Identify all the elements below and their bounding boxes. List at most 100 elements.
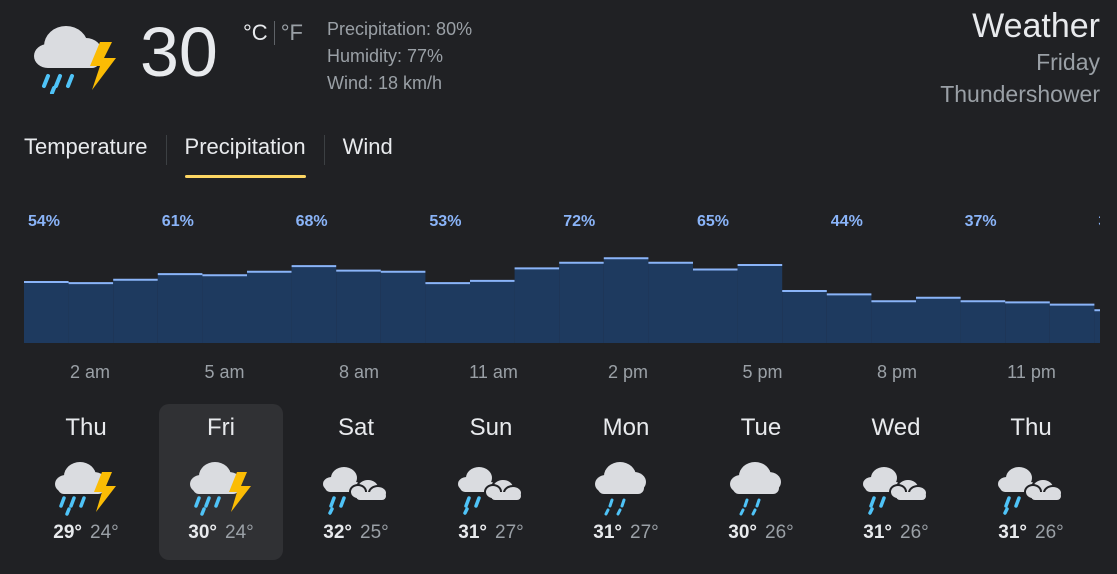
celsius-unit[interactable]: °C [243,20,268,46]
precip-bar [113,279,158,343]
precip-label: 72% [563,213,595,230]
day-card-sat[interactable]: Sat 32° 25° [294,404,418,560]
weather-header: Weather Friday Thundershower [940,6,1100,110]
precip-label: 3 [1098,213,1100,230]
low-temp: 26° [765,522,794,543]
high-temp: 31° [863,522,892,543]
tab-temperature[interactable]: Temperature [24,134,148,166]
precip-bar [247,271,292,343]
thunderstorm-icon [55,462,116,516]
time-label: 5 am [204,362,245,382]
precipitation-text: Precipitation: 80% [327,19,473,39]
precipitation-chart: 54% 61% 68% 53% 72% 65% 44% 37% 3 [24,213,1100,343]
tab-precipitation[interactable]: Precipitation [184,134,306,178]
tab-wind[interactable]: Wind [343,134,393,166]
unit-toggle: °C °F [243,20,303,46]
low-temp: 26° [900,522,929,543]
precip-bar [514,268,560,343]
precip-bar [202,275,247,343]
time-label: 11 am [469,362,518,382]
wind-text: Wind: 18 km/h [327,73,443,93]
time-label: 11 pm [1007,362,1056,382]
unit-divider [273,21,275,45]
current-temperature: 30 [140,13,218,91]
day-card-tue[interactable]: Tue 30° 26° [699,404,823,560]
high-temp: 32° [323,522,352,543]
day-name: Thu [1010,414,1052,441]
low-temp: 24° [90,522,119,543]
precip-bar [291,266,337,343]
tab-bar: Temperature Precipitation Wind [24,134,393,178]
rain-cloud-icon [863,467,928,515]
condition-label: Thundershower [940,81,1100,107]
day-name: Fri [207,414,235,441]
day-card-mon[interactable]: Mon 31° 27° [564,404,688,560]
day-card-sun[interactable]: Sun 31° 27° [429,404,553,560]
day-name: Sat [337,414,375,441]
low-temp: 27° [495,522,524,543]
precip-label: 54% [28,213,60,230]
precip-bar [1094,310,1100,343]
high-temp: 29° [53,522,82,543]
precip-bar [68,283,114,343]
fahrenheit-unit[interactable]: °F [281,20,303,46]
high-temp: 30° [728,522,757,543]
light-rain-icon [595,462,646,516]
precip-bar [648,262,693,343]
day-temps: 32° 25° [294,522,418,544]
precip-bar [782,291,827,343]
precip-bar [157,274,203,343]
precip-label: 37% [965,213,997,230]
day-temps: 29° 24° [24,522,148,544]
precip-bar [425,283,470,343]
rain-cloud-icon [458,467,523,515]
low-temp: 26° [1035,522,1064,543]
day-label: Friday [1036,49,1100,75]
precip-label: 68% [296,213,328,230]
day-name: Tue [740,414,782,441]
day-card-fri[interactable]: Fri 30° 24° [159,404,283,560]
precip-bar [871,301,916,343]
time-label: 8 am [338,362,380,382]
time-label: 5 pm [742,362,783,382]
day-card-thu[interactable]: Thu 31° 26° [969,404,1093,560]
time-label: 2 am [69,362,111,382]
precip-bar [693,269,738,343]
precip-bar [916,297,961,343]
day-card-wed[interactable]: Wed 31° 26° [834,404,958,560]
precip-label: 65% [697,213,729,230]
precip-label: 53% [429,213,461,230]
day-temps: 31° 26° [834,522,958,544]
thunderstorm-icon [34,26,116,94]
precip-label: 44% [831,213,863,230]
low-temp: 27° [630,522,659,543]
tab-divider [165,135,167,165]
low-temp: 24° [225,522,254,543]
precip-bar [960,301,1006,343]
daily-forecast: Thu 29° 24° Fri 30° 24° Sat 32° 25° Sun 31° 27° Mon 3… [24,404,1104,560]
precip-label: 61% [162,213,194,230]
high-temp: 30° [188,522,217,543]
precip-bar [826,294,872,343]
time-label: 2 pm [607,362,649,382]
rain-cloud-icon [323,467,388,515]
precip-bar [559,262,604,343]
rain-cloud-icon [998,467,1063,515]
time-label: 8 pm [876,362,918,382]
day-name: Wed [871,414,921,441]
day-name: Sun [469,414,513,441]
day-temps: 31° 27° [429,522,553,544]
high-temp: 31° [593,522,622,543]
precip-bar [24,281,69,343]
humidity-text: Humidity: 77% [327,46,444,66]
low-temp: 25° [360,522,389,543]
day-card-thu[interactable]: Thu 29° 24° [24,404,148,560]
precip-bar [336,270,381,343]
precip-bar [470,280,515,343]
day-temps: 31° 27° [564,522,688,544]
thunderstorm-icon [190,462,251,516]
time-axis: 2 am 5 am 8 am 11 am 2 pm 5 pm 8 pm 11 pm [24,362,1100,386]
precip-bar [603,258,649,343]
current-details: Precipitation: 80% Humidity: 77% Wind: 1… [327,16,472,97]
high-temp: 31° [458,522,487,543]
